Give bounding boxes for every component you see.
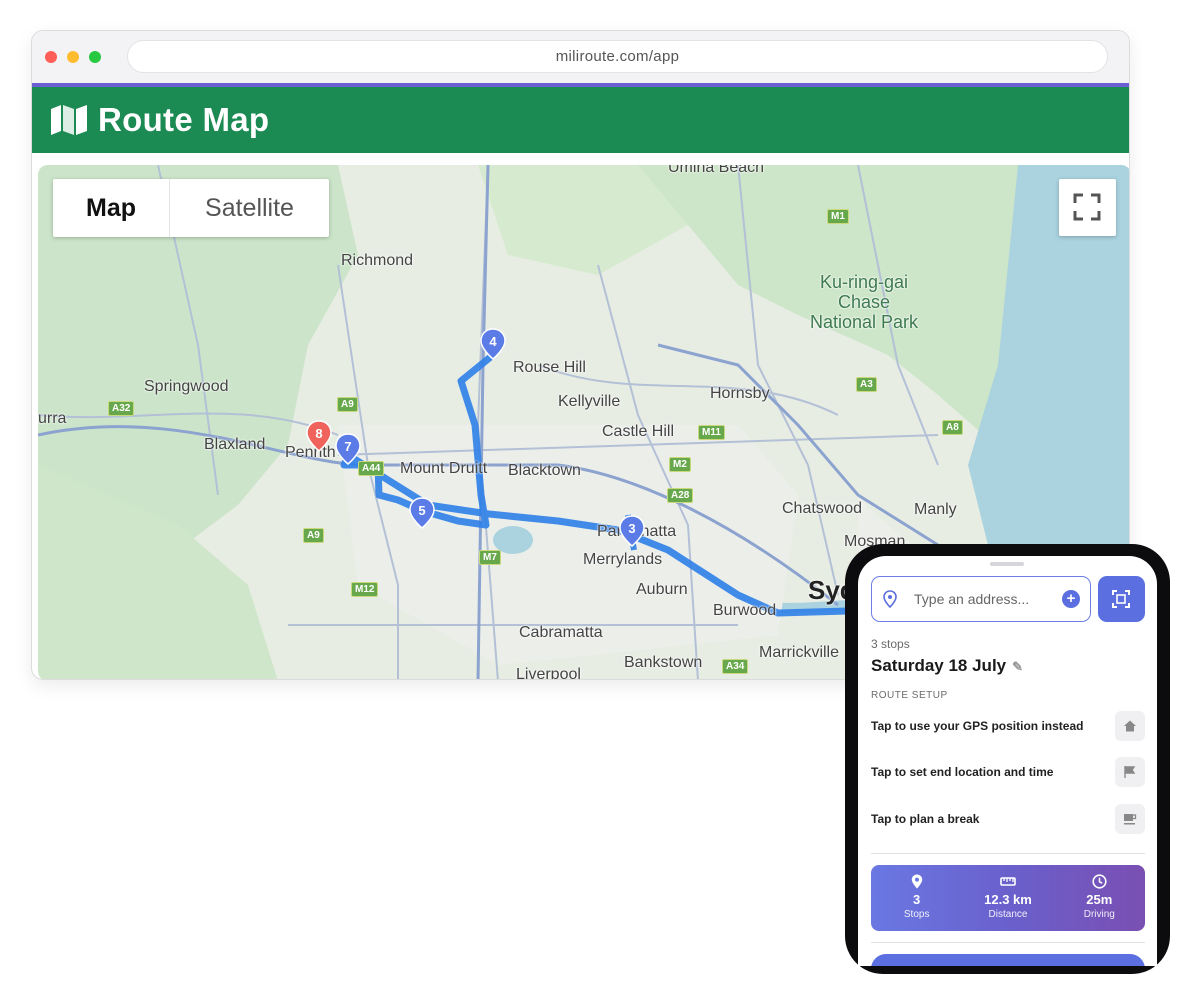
phone-screen: Type an address... + 3 stops Saturday 18…: [858, 556, 1157, 966]
sheet-grabber[interactable]: [990, 562, 1024, 566]
route-marker-label: 8: [315, 426, 322, 441]
route-stats: 3 Stops 12.3 km Distance 25m Driving: [871, 865, 1145, 931]
minimize-window-button[interactable]: [67, 51, 79, 63]
route-marker-8[interactable]: 8: [306, 420, 332, 452]
map-icon: [51, 105, 87, 135]
tab-map[interactable]: Map: [53, 179, 170, 237]
stat-value: 12.3 km: [984, 892, 1032, 907]
address-placeholder: Type an address...: [914, 591, 1030, 607]
ruler-icon: [962, 874, 1053, 889]
address-input[interactable]: Type an address... +: [871, 576, 1091, 622]
setup-row-end-location[interactable]: Tap to set end location and time: [871, 757, 1145, 787]
setup-row-break[interactable]: Tap to plan a break: [871, 804, 1145, 834]
browser-toolbar: miliroute.com/app: [32, 31, 1129, 83]
route-marker-4[interactable]: 4: [480, 328, 506, 360]
route-marker-7[interactable]: 7: [335, 433, 361, 465]
app-header: Route Map: [32, 87, 1129, 153]
map-type-toggle: Map Satellite: [53, 179, 329, 237]
scan-button[interactable]: [1098, 576, 1145, 622]
phone-frame: Type an address... + 3 stops Saturday 18…: [845, 544, 1170, 974]
close-window-button[interactable]: [45, 51, 57, 63]
route-marker-label: 4: [489, 334, 497, 349]
stat-value: 3: [913, 892, 921, 907]
clock-icon: [1054, 874, 1145, 889]
stat-distance: 12.3 km Distance: [962, 865, 1053, 931]
stops-count: 3 stops: [871, 637, 910, 651]
home-icon[interactable]: [1115, 711, 1145, 741]
fullscreen-icon: [1073, 193, 1101, 221]
setup-row-label: Tap to plan a break: [871, 812, 980, 826]
stat-stops: 3 Stops: [871, 865, 962, 931]
address-bar[interactable]: miliroute.com/app: [127, 40, 1108, 73]
setup-row-label: Tap to use your GPS position instead: [871, 719, 1084, 733]
divider: [871, 942, 1145, 943]
app-title: Route Map: [98, 101, 270, 138]
coffee-icon[interactable]: [1115, 804, 1145, 834]
setup-row-label: Tap to set end location and time: [871, 765, 1054, 779]
route-date-text: Saturday 18 July: [871, 656, 1007, 675]
location-pin-icon: [883, 590, 897, 608]
tab-satellite[interactable]: Satellite: [170, 179, 329, 237]
fullscreen-button[interactable]: [1059, 179, 1116, 236]
edit-pencil-icon[interactable]: ✎: [1012, 659, 1023, 675]
stat-label: Driving: [1083, 909, 1115, 920]
route-date[interactable]: Saturday 18 July ✎: [871, 656, 1023, 676]
stat-label: Stops: [903, 909, 930, 920]
flag-icon[interactable]: [1115, 757, 1145, 787]
route-marker-label: 7: [344, 439, 351, 454]
primary-action-button[interactable]: [871, 954, 1145, 966]
stat-driving: 25m Driving: [1054, 865, 1145, 931]
stat-label: Distance: [988, 909, 1028, 920]
route-marker-label: 5: [418, 503, 425, 518]
pin-icon: [871, 874, 962, 889]
setup-row-gps[interactable]: Tap to use your GPS position instead: [871, 711, 1145, 741]
add-stop-button[interactable]: +: [1062, 590, 1080, 608]
stat-value: 25m: [1086, 892, 1113, 907]
route-marker-3[interactable]: 3: [619, 515, 645, 547]
route-marker-5[interactable]: 5: [409, 497, 435, 529]
route-marker-label: 3: [628, 521, 635, 536]
scan-icon: [1112, 590, 1130, 608]
section-label: ROUTE SETUP: [871, 690, 948, 701]
divider: [871, 853, 1145, 854]
maximize-window-button[interactable]: [89, 51, 101, 63]
